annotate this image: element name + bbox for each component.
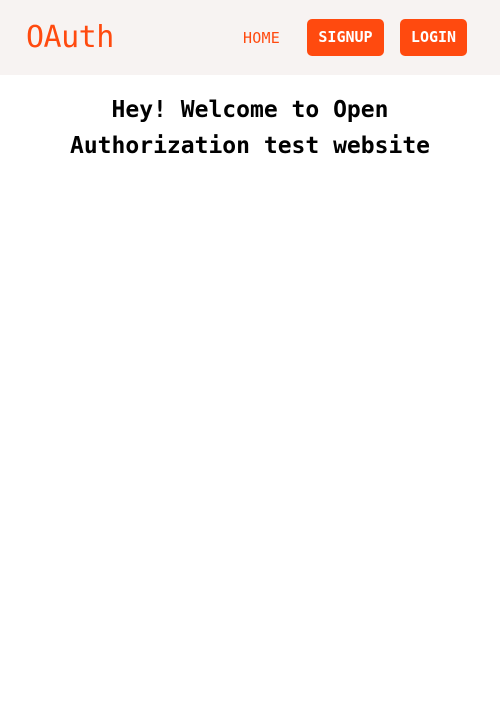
main-content: Hey! Welcome to Open Authorization test … — [0, 75, 500, 164]
signup-button[interactable]: SIGNUP — [307, 19, 384, 56]
logo-link[interactable]: OAuth — [26, 18, 114, 58]
nav-home-link[interactable]: HOME — [243, 27, 280, 49]
login-button[interactable]: LOGIN — [400, 19, 467, 56]
navbar: OAuth HOME SIGNUP LOGIN — [0, 0, 500, 75]
welcome-heading: Hey! Welcome to Open Authorization test … — [69, 97, 431, 159]
